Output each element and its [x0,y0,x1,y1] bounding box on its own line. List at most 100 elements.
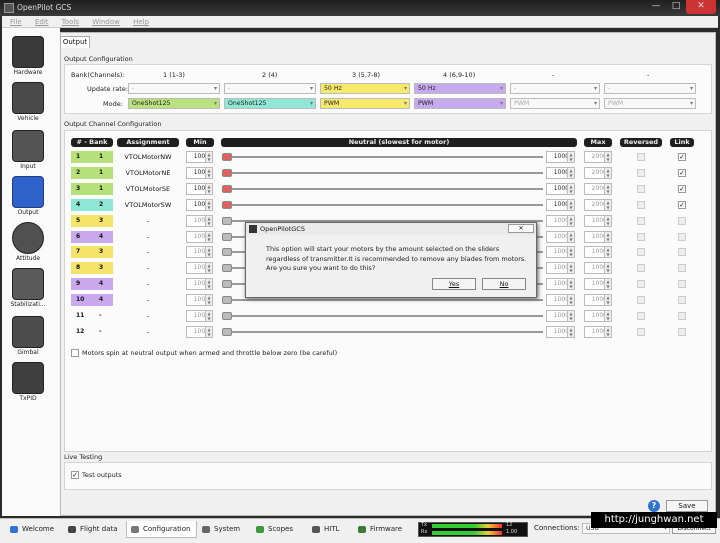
reversed-checkbox[interactable] [637,217,645,225]
neutral-slider-handle[interactable] [222,248,232,256]
min-stepper[interactable]: ▲ ▼ [205,294,213,306]
neutral-stepper[interactable]: ▲ ▼ [567,294,575,306]
neutral-stepper[interactable]: ▲ ▼ [567,246,575,258]
link-checkbox[interactable] [678,296,686,304]
neutral-slider-handle[interactable] [222,169,232,177]
save-button[interactable]: Save [666,500,708,512]
tab-firmware[interactable]: Firmware [354,521,408,538]
sidebar-item-gimbal[interactable]: Gimbal [10,316,46,356]
max-stepper[interactable]: ▲ ▼ [604,278,612,290]
max-stepper[interactable]: ▲ ▼ [604,262,612,274]
neutral-slider-handle[interactable] [222,328,232,336]
max-stepper[interactable]: ▲ ▼ [604,231,612,243]
reversed-checkbox[interactable] [637,185,645,193]
neutral-slider-handle[interactable] [222,280,232,288]
yes-button[interactable]: Yes [432,278,476,290]
reversed-checkbox[interactable] [637,296,645,304]
reversed-checkbox[interactable] [637,169,645,177]
min-stepper[interactable]: ▲ ▼ [205,167,213,179]
neutral-stepper[interactable]: ▲ ▼ [567,167,575,179]
menu-help[interactable]: Help [133,18,149,26]
mode-bank-5[interactable]: PWM [510,98,600,109]
min-stepper[interactable]: ▲ ▼ [205,246,213,258]
neutral-slider-track[interactable] [227,172,543,174]
update-rate-bank-5[interactable]: - [510,83,600,94]
max-stepper[interactable]: ▲ ▼ [604,151,612,163]
neutral-slider-track[interactable] [227,331,543,333]
test-outputs-checkbox[interactable]: ✓ [71,471,79,479]
tab-welcome[interactable]: Welcome [6,521,60,538]
neutral-slider-handle[interactable] [222,233,232,241]
sidebar-item-vehicle[interactable]: Vehicle [10,82,46,122]
mode-bank-3[interactable]: PWM [320,98,410,109]
neutral-slider-handle[interactable] [222,312,232,320]
min-stepper[interactable]: ▲ ▼ [205,326,213,338]
link-checkbox[interactable] [678,217,686,225]
neutral-slider-track[interactable] [227,315,543,317]
sidebar-item-input[interactable]: Input [10,130,46,170]
min-stepper[interactable]: ▲ ▼ [205,262,213,274]
spin-at-neutral-checkbox[interactable] [71,349,79,357]
update-rate-bank-1[interactable]: - [128,83,220,94]
neutral-stepper[interactable]: ▲ ▼ [567,278,575,290]
tab-hitl[interactable]: HITL [308,521,346,538]
min-stepper[interactable]: ▲ ▼ [205,215,213,227]
max-stepper[interactable]: ▲ ▼ [604,310,612,322]
sidebar-item-output[interactable]: Output [10,176,46,216]
reversed-checkbox[interactable] [637,233,645,241]
reversed-checkbox[interactable] [637,201,645,209]
dialog-close-button[interactable]: ✕ [508,224,534,233]
reversed-checkbox[interactable] [637,248,645,256]
update-rate-bank-2[interactable]: - [224,83,316,94]
mode-bank-2[interactable]: OneShot125 [224,98,316,109]
neutral-slider-track[interactable] [227,156,543,158]
max-stepper[interactable]: ▲ ▼ [604,199,612,211]
link-checkbox[interactable]: ✓ [678,169,686,177]
link-checkbox[interactable] [678,312,686,320]
neutral-slider-handle[interactable] [222,264,232,272]
no-button[interactable]: No [482,278,526,290]
max-stepper[interactable]: ▲ ▼ [604,183,612,195]
tab-output[interactable]: Output [60,36,90,48]
neutral-stepper[interactable]: ▲ ▼ [567,262,575,274]
min-stepper[interactable]: ▲ ▼ [205,310,213,322]
neutral-slider-handle[interactable] [222,185,232,193]
min-stepper[interactable]: ▲ ▼ [205,278,213,290]
reversed-checkbox[interactable] [637,312,645,320]
neutral-stepper[interactable]: ▲ ▼ [567,151,575,163]
neutral-slider-handle[interactable] [222,201,232,209]
link-checkbox[interactable] [678,328,686,336]
neutral-slider-handle[interactable] [222,217,232,225]
reversed-checkbox[interactable] [637,280,645,288]
tab-flight-data[interactable]: Flight data [64,521,124,538]
neutral-slider-track[interactable] [227,204,543,206]
mode-bank-1[interactable]: OneShot125 [128,98,220,109]
menu-window[interactable]: Window [92,18,120,26]
neutral-stepper[interactable]: ▲ ▼ [567,215,575,227]
sidebar-item-txpid[interactable]: TxPID [10,362,46,402]
neutral-slider-handle[interactable] [222,153,232,161]
max-stepper[interactable]: ▲ ▼ [604,215,612,227]
link-checkbox[interactable] [678,233,686,241]
neutral-stepper[interactable]: ▲ ▼ [567,326,575,338]
reversed-checkbox[interactable] [637,328,645,336]
max-stepper[interactable]: ▲ ▼ [604,167,612,179]
update-rate-bank-3[interactable]: 50 Hz [320,83,410,94]
neutral-slider-track[interactable] [227,299,543,301]
update-rate-bank-4[interactable]: 50 Hz [414,83,506,94]
link-checkbox[interactable] [678,248,686,256]
neutral-stepper[interactable]: ▲ ▼ [567,231,575,243]
reversed-checkbox[interactable] [637,153,645,161]
minimize-button[interactable]: — [646,0,666,14]
update-rate-bank-6[interactable]: - [604,83,696,94]
min-stepper[interactable]: ▲ ▼ [205,231,213,243]
link-checkbox[interactable] [678,280,686,288]
min-stepper[interactable]: ▲ ▼ [205,151,213,163]
tab-system[interactable]: System [198,521,246,538]
link-checkbox[interactable]: ✓ [678,153,686,161]
sidebar-item-hardware[interactable]: Hardware [10,36,46,76]
link-checkbox[interactable]: ✓ [678,201,686,209]
neutral-stepper[interactable]: ▲ ▼ [567,183,575,195]
sidebar-item-stabilization[interactable]: Stabilizati... [10,268,46,308]
sidebar-item-attitude[interactable]: Attitude [10,222,46,262]
